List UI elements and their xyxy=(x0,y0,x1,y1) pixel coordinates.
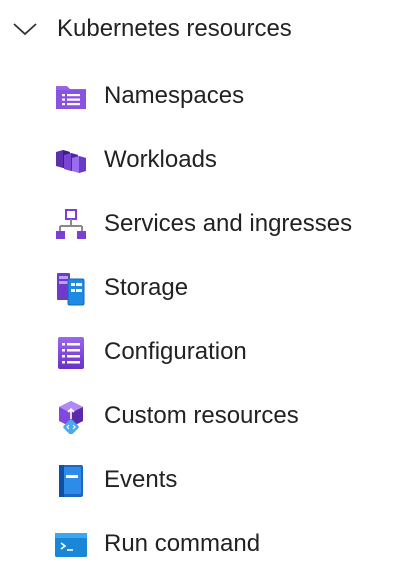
nav-item-label: Storage xyxy=(104,274,189,301)
nav-item-label: Namespaces xyxy=(104,82,245,109)
run-command-icon xyxy=(54,528,88,562)
nav-item-configuration[interactable]: Configuration xyxy=(40,326,410,378)
namespaces-icon xyxy=(54,80,88,114)
nav-item-workloads[interactable]: Workloads xyxy=(40,134,410,186)
nav-item-label: Configuration xyxy=(104,338,247,365)
chevron-down-icon[interactable] xyxy=(12,19,38,39)
nav-item-label: Services and ingresses xyxy=(104,210,353,237)
nav-item-services-and-ingresses[interactable]: Services and ingresses xyxy=(40,198,410,250)
nav-item-namespaces[interactable]: Namespaces xyxy=(40,70,410,122)
custom-resources-icon xyxy=(54,400,88,434)
workloads-icon xyxy=(54,144,88,178)
services-icon xyxy=(54,208,88,242)
kubernetes-resources-nav: Kubernetes resources Namespaces Workload… xyxy=(0,0,416,574)
nav-item-label: Events xyxy=(104,466,178,493)
events-icon xyxy=(54,464,88,498)
nav-item-custom-resources[interactable]: Custom resources xyxy=(40,390,410,442)
nav-item-events[interactable]: Events xyxy=(40,454,410,506)
nav-item-run-command[interactable]: Run command xyxy=(40,518,410,570)
section-title: Kubernetes resources xyxy=(57,15,292,42)
kubernetes-resources-header[interactable]: Kubernetes resources xyxy=(0,6,416,52)
nav-item-label: Custom resources xyxy=(104,402,299,429)
nav-item-storage[interactable]: Storage xyxy=(40,262,410,314)
nav-item-label: Run command xyxy=(104,530,261,557)
nav-item-label: Workloads xyxy=(104,146,217,173)
configuration-icon xyxy=(54,336,88,370)
storage-icon xyxy=(54,272,88,306)
